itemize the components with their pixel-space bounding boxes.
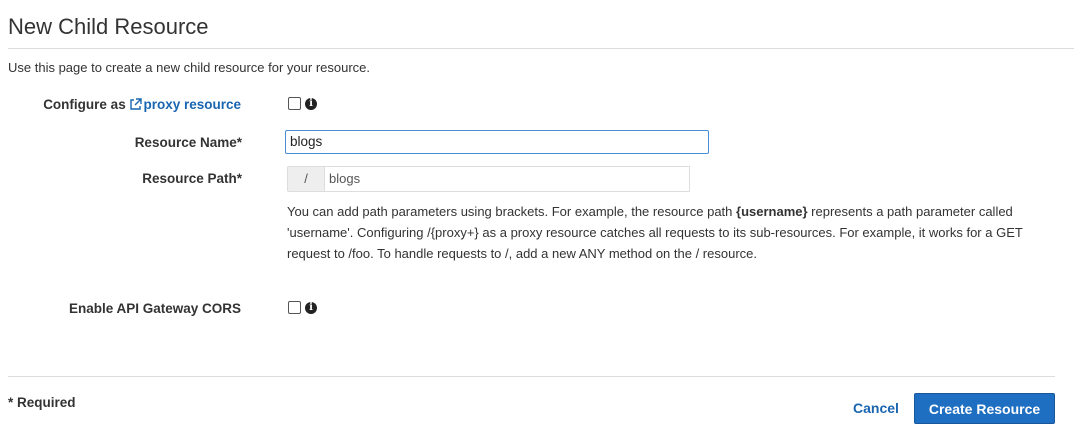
external-link-icon <box>129 98 143 114</box>
new-child-resource-page: New Child Resource Use this page to crea… <box>0 0 1080 429</box>
required-note: * Required <box>8 395 76 410</box>
cors-label: Enable API Gateway CORS <box>68 301 241 316</box>
resource-path-label: Resource Path* <box>142 171 242 186</box>
info-icon[interactable]: i <box>305 302 317 314</box>
proxy-resource-checkbox[interactable] <box>288 97 301 110</box>
help-text-bold: {username} <box>736 204 808 219</box>
page-intro: Use this page to create a new child reso… <box>8 60 371 75</box>
page-title: New Child Resource <box>8 14 209 39</box>
resource-path-help: You can add path parameters using bracke… <box>287 201 1057 264</box>
create-resource-button[interactable]: Create Resource <box>914 393 1055 424</box>
proxy-resource-link-text: proxy resource <box>143 97 241 112</box>
proxy-label-prefix: Configure as <box>43 97 130 112</box>
cancel-button[interactable]: Cancel <box>853 400 899 416</box>
resource-name-label: Resource Name* <box>134 135 242 150</box>
help-text-part1: You can add path parameters using bracke… <box>287 204 737 219</box>
resource-path-input[interactable]: blogs <box>324 166 690 192</box>
proxy-label: Configure as proxy resource <box>43 97 241 114</box>
footer-divider <box>8 376 1055 377</box>
info-icon[interactable]: i <box>305 98 317 110</box>
title-divider <box>8 48 1074 49</box>
resource-path-prefix: / <box>287 166 324 192</box>
cors-checkbox[interactable] <box>288 301 301 314</box>
resource-name-input[interactable]: blogs <box>285 130 709 154</box>
proxy-resource-link[interactable]: proxy resource <box>129 97 241 112</box>
